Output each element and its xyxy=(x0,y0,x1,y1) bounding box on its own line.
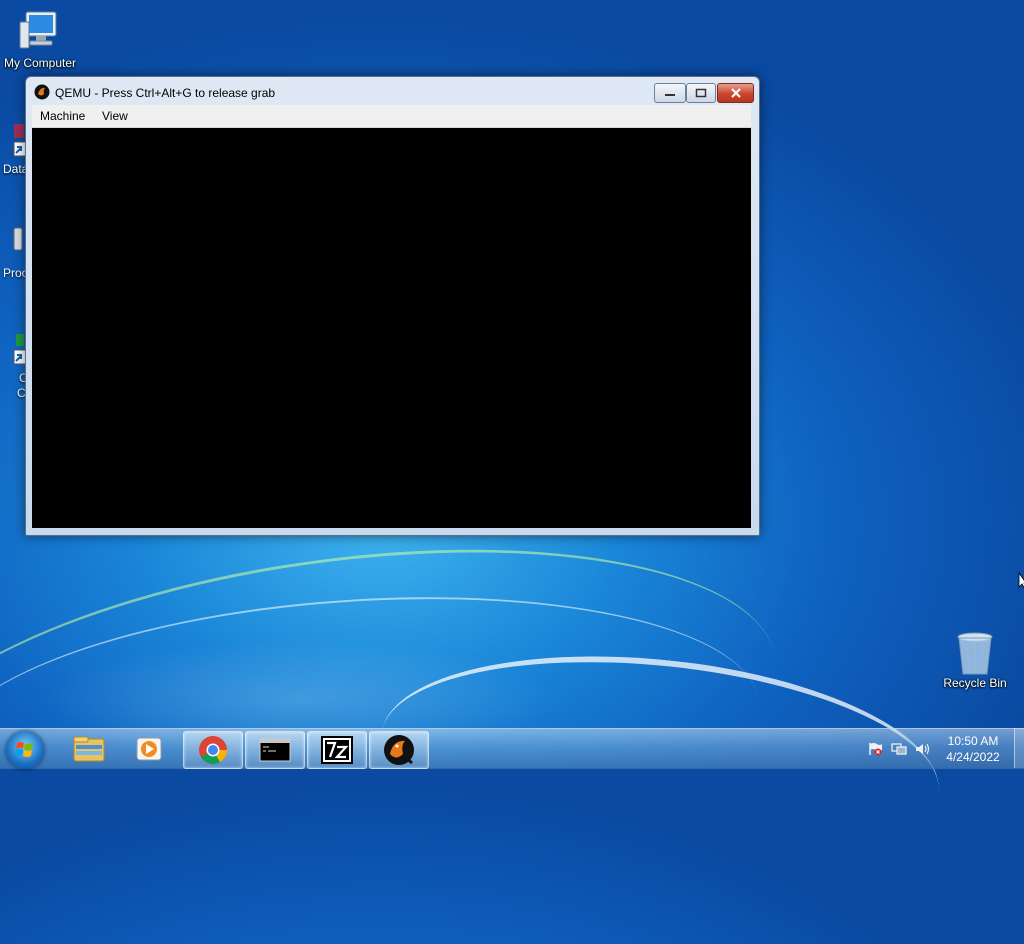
partial-label-proc: Proc xyxy=(3,266,28,280)
application-icon xyxy=(13,227,23,251)
7zip-icon xyxy=(321,736,353,764)
windows-logo-icon xyxy=(15,742,33,757)
mouse-cursor-icon xyxy=(1018,572,1024,589)
close-icon xyxy=(730,88,741,98)
computer-icon xyxy=(16,10,64,54)
menu-view[interactable]: View xyxy=(102,109,128,123)
qemu-window[interactable]: QEMU - Press Ctrl+Alt+G to release grab … xyxy=(25,76,760,536)
maximize-button[interactable] xyxy=(686,83,716,103)
media-player-icon xyxy=(136,737,162,761)
desktop-icon-label: Recycle Bin xyxy=(943,676,1007,690)
desktop-icon-my-computer[interactable]: My Computer xyxy=(0,10,80,70)
window-titlebar[interactable]: QEMU - Press Ctrl+Alt+G to release grab xyxy=(26,77,759,105)
command-prompt-icon xyxy=(259,738,291,762)
partial-icon-3[interactable] xyxy=(0,330,27,373)
system-clock[interactable]: 10:50 AM 4/24/2022 xyxy=(940,733,1006,765)
taskbar-explorer[interactable] xyxy=(60,731,118,767)
desktop-icon-label: My Computer xyxy=(3,56,77,70)
minimize-icon xyxy=(665,94,675,96)
close-button[interactable] xyxy=(717,83,754,103)
partial-icon-2[interactable] xyxy=(0,224,26,257)
chrome-icon xyxy=(199,736,227,764)
volume-icon[interactable] xyxy=(914,742,930,756)
recycle-bin-icon xyxy=(951,630,999,675)
taskbar-qemu[interactable] xyxy=(369,731,429,769)
action-center-flag-icon[interactable] xyxy=(867,742,883,756)
menu-machine[interactable]: Machine xyxy=(40,109,85,123)
clock-time: 10:50 AM xyxy=(947,734,999,748)
qemu-icon xyxy=(384,735,414,765)
minimize-button[interactable] xyxy=(654,83,686,103)
start-button[interactable] xyxy=(6,731,44,769)
taskbar-command-prompt[interactable] xyxy=(245,731,305,769)
shortcut-icon xyxy=(13,334,27,365)
taskbar-media-player[interactable] xyxy=(120,731,178,767)
windows-explorer-icon xyxy=(73,736,105,762)
desktop-icon-recycle-bin[interactable]: Recycle Bin xyxy=(935,630,1015,690)
taskbar-7zip[interactable] xyxy=(307,731,367,769)
clock-date: 4/24/2022 xyxy=(946,750,1000,764)
menu-bar: Machine View xyxy=(32,105,751,128)
taskbar-chrome[interactable] xyxy=(183,731,243,769)
vm-display[interactable] xyxy=(32,128,751,528)
show-desktop-button[interactable] xyxy=(1014,728,1024,768)
maximize-icon xyxy=(695,88,707,98)
qemu-icon xyxy=(34,84,50,100)
shortcut-icon xyxy=(13,124,27,157)
window-title: QEMU - Press Ctrl+Alt+G to release grab xyxy=(55,86,276,100)
network-icon[interactable] xyxy=(891,742,907,756)
partial-icon-1[interactable] xyxy=(0,120,27,163)
